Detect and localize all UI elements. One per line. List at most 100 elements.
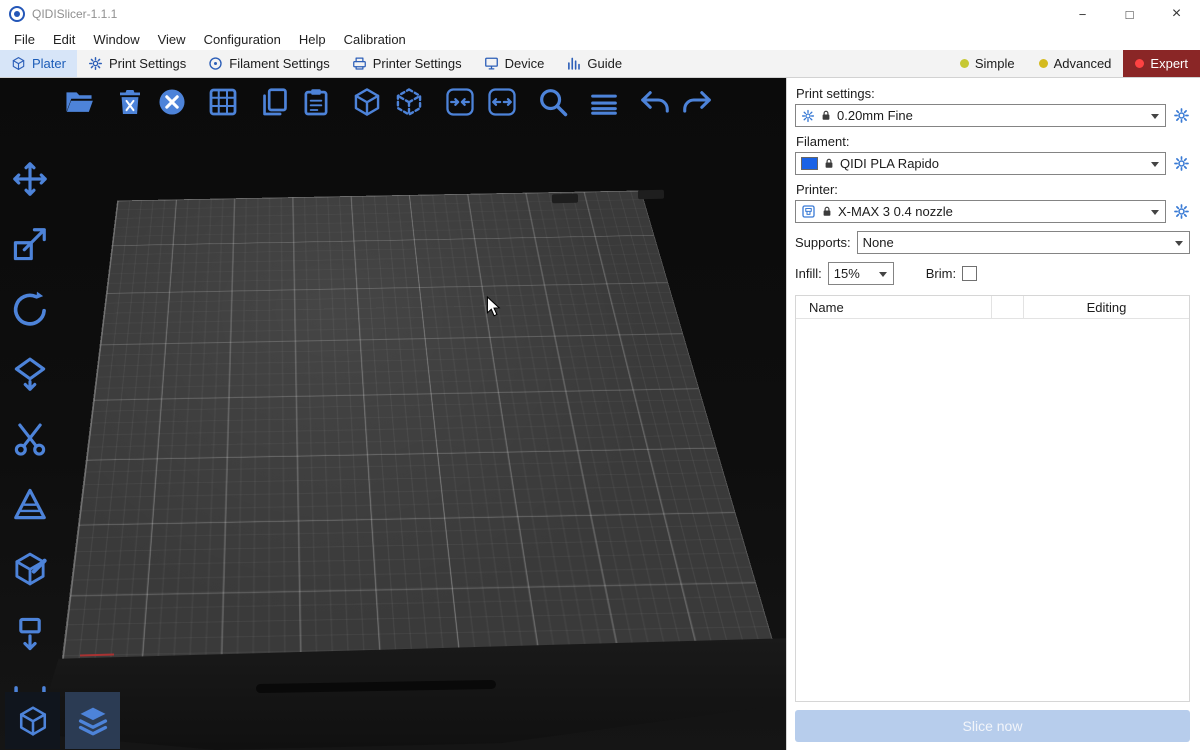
preview-layers-button[interactable] — [65, 692, 120, 749]
filament-gear-button[interactable] — [1173, 155, 1190, 172]
menu-item-help[interactable]: Help — [290, 32, 335, 47]
drop-to-bed-icon[interactable] — [9, 613, 51, 655]
menu-item-configuration[interactable]: Configuration — [195, 32, 290, 47]
menu-item-edit[interactable]: Edit — [44, 32, 84, 47]
print-settings-value: 0.20mm Fine — [837, 108, 1146, 123]
3d-viewport[interactable] — [0, 78, 786, 750]
print-settings-combo[interactable]: 0.20mm Fine — [795, 104, 1166, 127]
infill-combo[interactable]: 15% — [828, 262, 894, 285]
mode-dot-icon — [1039, 59, 1048, 68]
tab-device[interactable]: Device — [473, 50, 556, 77]
tab-printer-settings[interactable]: Printer Settings — [341, 50, 473, 77]
mode-dot-icon — [1135, 59, 1144, 68]
tab-label: Plater — [32, 56, 66, 71]
print-bed-surface — [60, 190, 778, 671]
lock-icon — [820, 109, 832, 122]
paint-supports-icon[interactable] — [9, 483, 51, 525]
supports-combo[interactable]: None — [857, 231, 1190, 254]
printer-combo[interactable]: X-MAX 3 0.4 nozzle — [795, 200, 1166, 223]
move-icon[interactable] — [9, 158, 51, 200]
title-bar: QIDISlicer-1.1.1 − □ × — [0, 0, 1200, 28]
lock-icon — [821, 205, 833, 218]
merge-objects-icon[interactable] — [443, 85, 477, 119]
minimize-button[interactable]: − — [1059, 0, 1106, 28]
object-list-header: Name Editing — [796, 296, 1189, 319]
plater-icon — [11, 56, 26, 71]
filament-label: Filament: — [796, 134, 1190, 149]
place-on-face-icon[interactable] — [9, 353, 51, 395]
filament-value: QIDI PLA Rapido — [840, 156, 1146, 171]
open-folder-icon[interactable] — [62, 85, 96, 119]
infill-label: Infill: — [795, 266, 822, 281]
printer-icon — [801, 204, 816, 219]
tab-print-settings[interactable]: Print Settings — [77, 50, 197, 77]
tab-plater[interactable]: Plater — [0, 50, 77, 77]
tab-guide[interactable]: Guide — [555, 50, 633, 77]
tab-label: Print Settings — [109, 56, 186, 71]
mode-label: Advanced — [1054, 56, 1112, 71]
menu-item-view[interactable]: View — [149, 32, 195, 47]
guide-icon — [566, 56, 581, 71]
print-settings-label: Print settings: — [796, 86, 1190, 101]
rotate-icon[interactable] — [9, 288, 51, 330]
column-name: Name — [796, 300, 991, 315]
printer-gear-button[interactable] — [1173, 203, 1190, 220]
column-extruder — [991, 296, 1023, 318]
variable-layer-height-icon[interactable] — [587, 85, 621, 119]
arrange-icon[interactable] — [206, 85, 240, 119]
print-settings-gear-button[interactable] — [1173, 107, 1190, 124]
seam-icon[interactable] — [9, 548, 51, 590]
delete-all-icon[interactable] — [155, 85, 189, 119]
mode-expert[interactable]: Expert — [1123, 50, 1200, 77]
tab-label: Device — [505, 56, 545, 71]
view-toggle — [5, 692, 120, 749]
top-toolbar — [62, 85, 714, 119]
print-settings-icon — [88, 56, 103, 71]
chevron-down-icon — [1151, 114, 1159, 123]
object-list-body[interactable] — [796, 319, 1189, 701]
brim-checkbox[interactable] — [962, 266, 977, 281]
chevron-down-icon — [1151, 162, 1159, 171]
filament-color-swatch — [801, 157, 818, 170]
editor-3d-button[interactable] — [5, 692, 60, 749]
mode-label: Simple — [975, 56, 1015, 71]
lock-icon — [823, 157, 835, 170]
gear-icon — [801, 109, 815, 123]
brim-label: Brim: — [926, 266, 956, 281]
mode-dot-icon — [960, 59, 969, 68]
mouse-cursor-icon — [486, 296, 501, 318]
filament-combo[interactable]: QIDI PLA Rapido — [795, 152, 1166, 175]
menu-item-file[interactable]: File — [5, 32, 44, 47]
tab-filament-settings[interactable]: Filament Settings — [197, 50, 340, 77]
scale-icon[interactable] — [9, 223, 51, 265]
delete-icon[interactable] — [113, 85, 147, 119]
copy-icon[interactable] — [257, 85, 291, 119]
search-icon[interactable] — [536, 85, 570, 119]
menu-item-calibration[interactable]: Calibration — [335, 32, 415, 47]
chevron-down-icon — [879, 272, 887, 281]
split-objects-icon[interactable] — [485, 85, 519, 119]
close-button[interactable]: × — [1153, 0, 1200, 28]
window-controls: − □ × — [1059, 0, 1200, 28]
menu-bar: FileEditWindowViewConfigurationHelpCalib… — [0, 28, 1200, 50]
cut-icon[interactable] — [9, 418, 51, 460]
printer-value: X-MAX 3 0.4 nozzle — [838, 204, 1146, 219]
mode-simple[interactable]: Simple — [948, 50, 1027, 77]
paste-icon[interactable] — [299, 85, 333, 119]
filament-settings-icon — [208, 56, 223, 71]
column-editing: Editing — [1023, 296, 1189, 318]
sidebar: Print settings: 0.20mm Fine Filament: QI… — [786, 78, 1200, 750]
tab-label: Printer Settings — [373, 56, 462, 71]
redo-icon[interactable] — [680, 85, 714, 119]
chevron-down-icon — [1175, 241, 1183, 250]
add-instance-icon[interactable] — [350, 85, 384, 119]
object-list: Name Editing — [795, 295, 1190, 702]
undo-icon[interactable] — [638, 85, 672, 119]
slice-now-button[interactable]: Slice now — [795, 710, 1190, 742]
remove-instance-icon[interactable] — [392, 85, 426, 119]
tabs: Plater Print Settings Filament Settings Pri… — [0, 50, 633, 77]
supports-value: None — [863, 235, 1170, 250]
mode-advanced[interactable]: Advanced — [1027, 50, 1124, 77]
maximize-button[interactable]: □ — [1106, 0, 1153, 28]
menu-item-window[interactable]: Window — [84, 32, 148, 47]
